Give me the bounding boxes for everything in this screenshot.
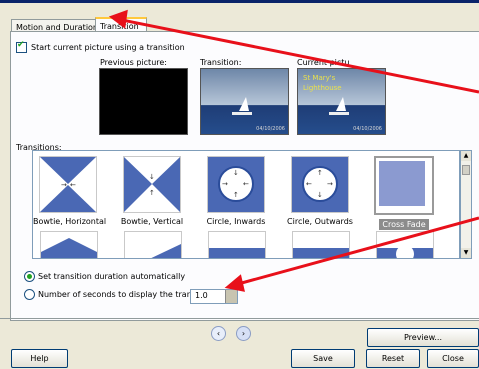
- sailboat-image: [336, 97, 346, 111]
- current-picture-label: Current pictu: [297, 58, 350, 67]
- transition-item-circle-outwards[interactable]: ↑ ↓ ← → Circle, Outwards: [285, 156, 355, 226]
- help-button[interactable]: Help: [11, 349, 68, 368]
- transition-item-bowtie-vertical[interactable]: ↓ ↑ Bowtie, Vertical: [117, 156, 187, 226]
- arrow-right-icon: →: [222, 180, 228, 188]
- radio-dot[interactable]: [24, 289, 35, 300]
- preview-button[interactable]: Preview...: [367, 328, 479, 347]
- sailboat-image: [239, 97, 249, 111]
- transition-item-circle-inwards[interactable]: ↓ ↑ → ← Circle, Inwards: [201, 156, 271, 226]
- checkbox-label: Start current picture using a transition: [31, 43, 185, 52]
- transition-item-row2[interactable]: [40, 231, 98, 258]
- spinner-buttons[interactable]: [225, 290, 237, 303]
- transition-item-row2[interactable]: [208, 231, 266, 258]
- auto-duration-label: Set transition duration automatically: [38, 272, 186, 281]
- date-stamp: 04/10/2006: [353, 126, 382, 132]
- sailboat-hull: [329, 112, 349, 115]
- reset-button[interactable]: Reset: [366, 349, 420, 368]
- previous-picture-button[interactable]: ‹: [211, 326, 226, 341]
- manual-duration-radio[interactable]: Number of seconds to display the transit…: [24, 289, 213, 300]
- manual-duration-label: Number of seconds to display the transit…: [38, 290, 214, 299]
- save-button[interactable]: Save: [291, 349, 355, 368]
- radio-dot[interactable]: [24, 271, 35, 282]
- panel-bottom-edge: [0, 318, 479, 319]
- start-with-transition-checkbox[interactable]: ✔ Start current picture using a transiti…: [16, 40, 185, 53]
- cross-fade-swatch: [379, 161, 425, 206]
- arrow-up-icon: ↑: [233, 191, 239, 199]
- transition-name: Circle, Outwards: [287, 217, 353, 226]
- svg-text:←: ←: [70, 181, 76, 189]
- auto-duration-radio[interactable]: Set transition duration automatically: [24, 271, 185, 282]
- seconds-value[interactable]: 1.0: [195, 291, 208, 300]
- transition-name: Circle, Inwards: [206, 217, 266, 226]
- previous-picture-thumbnail: [99, 68, 188, 135]
- circle-inwards-icon: ↓ ↑ → ←: [207, 156, 265, 213]
- scroll-down-icon[interactable]: ▼: [461, 248, 471, 258]
- transition-name: Bowtie, Vertical: [120, 217, 184, 226]
- scroll-thumb[interactable]: [462, 165, 470, 175]
- check-mark-icon: ✔: [17, 40, 25, 50]
- picture-caption: St Mary's Lighthouse: [303, 73, 342, 93]
- arrow-left-icon: ←: [243, 180, 249, 188]
- transition-item-row2[interactable]: [292, 231, 350, 258]
- scroll-up-icon[interactable]: ▲: [461, 151, 471, 161]
- svg-text:→: →: [61, 181, 67, 189]
- transition-preview-thumbnail: 04/10/2006: [200, 68, 289, 135]
- current-picture-thumbnail: St Mary's Lighthouse 04/10/2006: [297, 68, 386, 135]
- circle-outwards-icon: ↑ ↓ ← →: [291, 156, 349, 213]
- sailboat-hull: [232, 112, 252, 115]
- bowtie-vertical-icon: ↓ ↑: [123, 156, 181, 213]
- transition-item-bowtie-horizontal[interactable]: → ← Bowtie, Horizontal: [33, 156, 107, 226]
- cross-fade-icon: [374, 156, 434, 215]
- arrow-up-icon: ↑: [317, 169, 323, 177]
- next-picture-button[interactable]: ›: [236, 326, 251, 341]
- transitions-scrollbar[interactable]: ▲ ▼: [460, 150, 472, 259]
- arrow-left-icon: ←: [306, 180, 312, 188]
- svg-text:↑: ↑: [149, 189, 155, 197]
- bowtie-horizontal-icon: → ←: [39, 156, 97, 213]
- arrow-down-icon: ↓: [233, 169, 239, 177]
- transition-name-selected: Cross Fade: [379, 219, 429, 230]
- transition-item-row2[interactable]: [124, 231, 182, 258]
- transition-preview-label: Transition:: [200, 58, 242, 67]
- svg-text:↓: ↓: [149, 173, 155, 181]
- date-stamp: 04/10/2006: [256, 126, 285, 132]
- transition-item-row2[interactable]: [376, 231, 434, 258]
- caption-line-2: Lighthouse: [303, 84, 342, 92]
- arrow-down-icon: ↓: [317, 191, 323, 199]
- transition-item-cross-fade[interactable]: Cross Fade: [369, 156, 439, 230]
- transition-name: Bowtie, Horizontal: [33, 217, 107, 226]
- checkbox-box[interactable]: ✔: [16, 40, 27, 53]
- tab-row: Motion and Duration Transition: [0, 3, 479, 36]
- transitions-gallery[interactable]: → ← Bowtie, Horizontal ↓ ↑ Bowtie, Vertica…: [32, 150, 460, 259]
- arrow-right-icon: →: [327, 180, 333, 188]
- caption-line-1: St Mary's: [303, 74, 336, 82]
- seconds-spinner[interactable]: 1.0: [190, 289, 238, 304]
- previous-picture-label: Previous picture:: [100, 58, 167, 67]
- close-button[interactable]: Close: [427, 349, 479, 368]
